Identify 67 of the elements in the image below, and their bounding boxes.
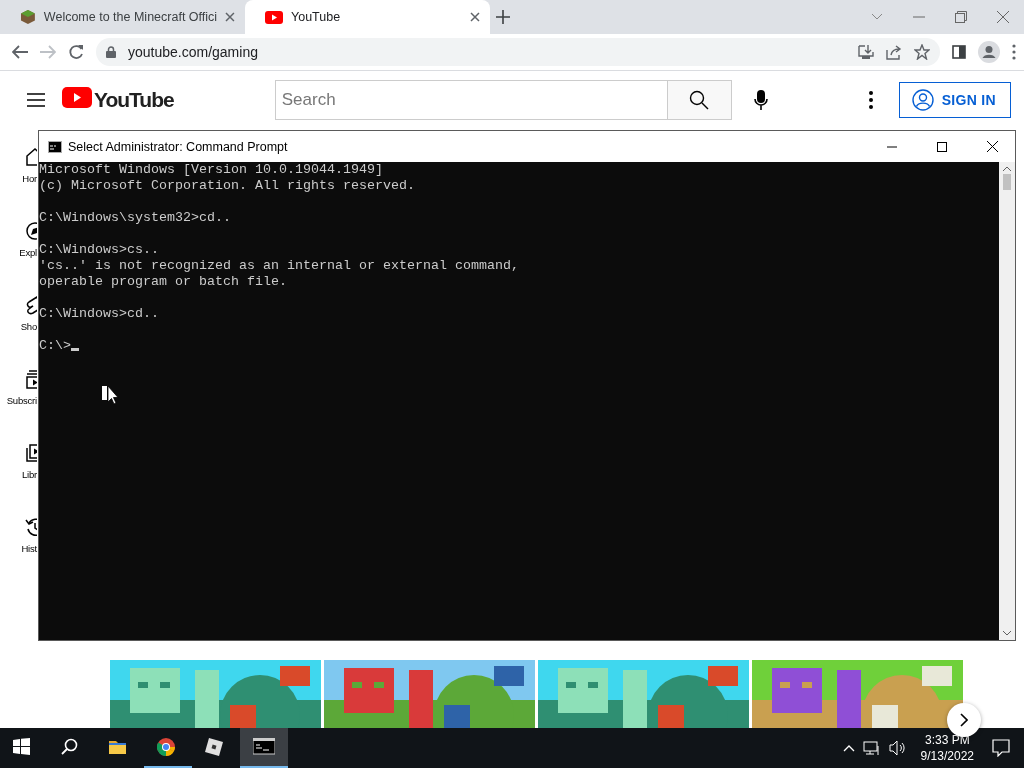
home-icon[interactable] (25, 147, 37, 167)
back-arrow-icon[interactable] (12, 45, 28, 59)
console-line: C:\Windows>cd.. (39, 306, 159, 321)
search-icon (689, 90, 710, 110)
search-button[interactable] (666, 80, 732, 120)
more-icon[interactable] (868, 91, 873, 109)
play-logo-icon (265, 10, 283, 24)
reload-icon[interactable] (68, 44, 84, 60)
share-icon[interactable] (886, 44, 902, 60)
scroll-thumb[interactable] (1003, 174, 1011, 190)
side-panel-icon[interactable] (952, 45, 966, 59)
console-line: C:\> (39, 338, 71, 353)
browser-tab[interactable]: Welcome to the Minecraft Offici (0, 0, 245, 34)
browser-tab[interactable]: YouTube (245, 0, 490, 34)
library-icon[interactable] (25, 443, 37, 463)
text-cursor (71, 348, 79, 351)
mouse-pointer-icon (102, 384, 120, 406)
tab-title: Welcome to the Minecraft Offici (43, 10, 218, 24)
hamburger-menu-icon[interactable] (27, 93, 45, 107)
compass-icon[interactable] (25, 221, 37, 241)
console-line: C:\Windows>cs.. (39, 242, 159, 257)
chevron-down-icon[interactable] (871, 13, 883, 21)
tab-title: YouTube (291, 10, 342, 24)
console-line: C:\Windows\system32>cd.. (39, 210, 231, 225)
sidebar-label[interactable]: Expl (19, 247, 37, 258)
sign-in-button[interactable]: SIGN IN (898, 82, 1011, 118)
taskbar-button[interactable] (240, 728, 288, 768)
sidebar-label[interactable]: Hor (22, 173, 37, 184)
history-icon[interactable] (25, 517, 37, 537)
menu-icon[interactable] (1012, 44, 1016, 60)
microphone-icon[interactable] (753, 90, 768, 110)
cube-icon (20, 9, 36, 25)
sidebar-label[interactable]: Subscri (6, 395, 37, 406)
network-icon[interactable] (862, 740, 881, 756)
address-bar[interactable]: youtube.com/gaming (96, 38, 940, 66)
close-icon[interactable] (470, 12, 480, 22)
console-line: (c) Microsoft Corporation. All rights reserved. (39, 178, 415, 193)
console-line: 'cs..' is not recognized as an internal or external command, (39, 258, 519, 273)
restore-icon[interactable] (955, 11, 967, 23)
notification-icon[interactable] (992, 739, 1010, 757)
sidebar-label[interactable]: Sho (20, 321, 37, 332)
terminal-icon (48, 140, 62, 153)
window-title: Select Administrator: Command Prompt (68, 139, 289, 154)
console-line: Microsoft Windows [Version 10.0.19044.1949] (39, 162, 383, 177)
youtube-logo[interactable]: YouTube (62, 87, 174, 113)
lock-icon (106, 46, 116, 58)
star-icon[interactable] (914, 44, 930, 60)
scroll-up-icon[interactable] (1003, 166, 1011, 172)
scrollbar[interactable] (999, 162, 1015, 640)
avatar-icon[interactable] (978, 41, 1000, 63)
shorts-icon[interactable] (25, 295, 37, 315)
chevron-right-icon (960, 713, 968, 727)
sidebar-label[interactable]: Libr (21, 469, 37, 480)
terminal-icon (253, 738, 275, 756)
console-line: operable program or batch file. (39, 274, 287, 289)
search-field[interactable]: Search (274, 80, 667, 120)
subscriptions-icon[interactable] (25, 369, 37, 389)
user-icon (911, 89, 934, 111)
minimize-icon[interactable] (887, 145, 897, 148)
caret-up-icon[interactable] (842, 744, 855, 752)
sidebar-label[interactable]: Hist (21, 543, 37, 554)
volume-icon[interactable] (888, 740, 907, 756)
plus-icon[interactable] (496, 10, 510, 24)
maximize-icon[interactable] (937, 141, 947, 152)
close-icon[interactable] (987, 141, 998, 152)
download-icon[interactable] (858, 44, 874, 60)
scroll-down-icon[interactable] (1003, 630, 1011, 636)
